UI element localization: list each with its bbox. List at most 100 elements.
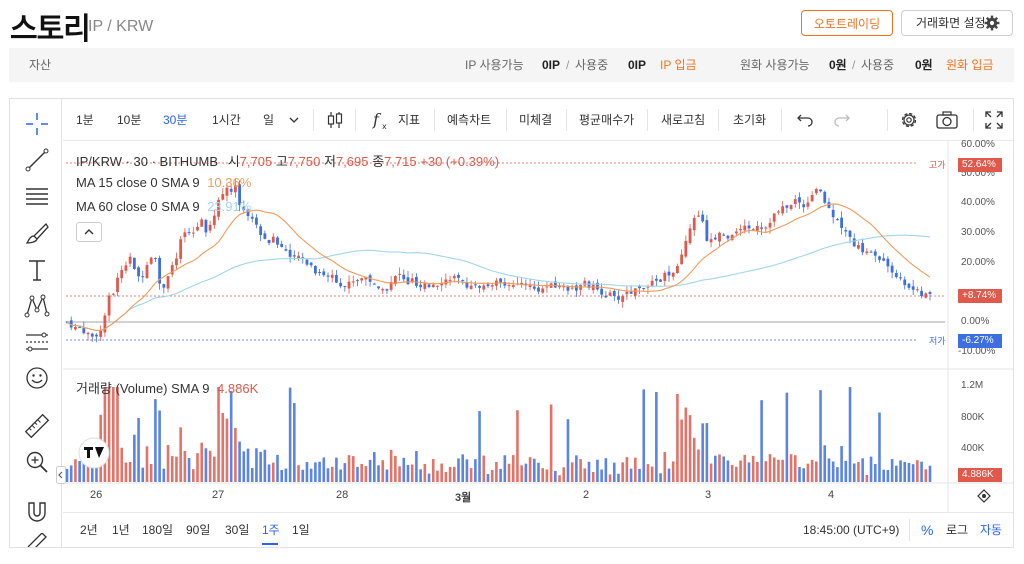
interval-1m[interactable]: 1분: [76, 99, 94, 141]
volume-label: 거래량 (Volume) SMA 9: [76, 381, 210, 396]
change-value: +30 (+0.39%): [420, 154, 500, 169]
interval-10m[interactable]: 10분: [117, 99, 141, 141]
magnet-icon[interactable]: [24, 499, 50, 525]
avg-price-button[interactable]: 평균매수가: [579, 99, 634, 141]
ip-deposit-link[interactable]: IP 입금: [660, 48, 697, 82]
ohlc-legend: IP/KRW · 30 · BITHUMB 시7,705 고7,750 저7,6…: [76, 151, 499, 170]
toolbar-divider: [506, 109, 507, 131]
time-label: 3월: [455, 492, 472, 504]
range-2y[interactable]: 2년: [80, 513, 98, 547]
auto-toggle[interactable]: 자동: [980, 513, 1002, 547]
candlestick-icon[interactable]: [325, 110, 345, 130]
krw-available-value: 0원: [829, 58, 847, 72]
gear-icon: [984, 15, 1000, 31]
pencil-icon[interactable]: [24, 533, 50, 547]
krw-deposit-link[interactable]: 원화 입금: [946, 48, 994, 82]
toolbar-divider: [313, 109, 314, 131]
current-value-label: +8.74%: [958, 289, 1002, 303]
toolbar-divider: [887, 109, 888, 131]
screen-settings-button[interactable]: 거래화면 설정: [901, 10, 1013, 36]
close-label: 종: [372, 154, 385, 169]
fullscreen-icon[interactable]: [984, 110, 1004, 130]
price-tick: 20.00%: [961, 257, 995, 268]
auto-trading-button[interactable]: 오토트레이딩: [801, 10, 893, 36]
horizontal-lines-icon[interactable]: [24, 183, 50, 209]
ip-slash: /: [566, 58, 570, 72]
toolbar-divider: [973, 109, 974, 131]
high-tag: 고가: [929, 160, 946, 170]
forecast-tool-icon[interactable]: [24, 329, 50, 355]
ip-available-label: IP 사용가능: [465, 58, 524, 72]
ruler-icon[interactable]: [24, 413, 50, 439]
low-tag: 저가: [929, 336, 946, 346]
indicators-button[interactable]: 지표: [398, 99, 420, 141]
legend-collapse-button[interactable]: [76, 222, 102, 242]
coin-name: 스토리: [10, 13, 91, 46]
toolbar-divider: [718, 109, 719, 131]
price-tick: 0.00%: [961, 316, 990, 327]
ma60-legend: MA 60 close 0 SMA 9 23.91%: [76, 199, 251, 214]
chevron-down-icon[interactable]: [287, 110, 301, 130]
chart-toolbar: 1분 10분 30분 1시간 일 fx 지표 예측차트 미체결 평균매수가 새로…: [63, 99, 1013, 141]
high-value: 7,750: [287, 154, 321, 169]
percent-toggle[interactable]: %: [921, 513, 933, 547]
redo-icon[interactable]: [833, 110, 853, 130]
high-label: 고: [275, 154, 288, 169]
pattern-icon[interactable]: [24, 293, 50, 319]
symbol-label: IP/KRW · 30 · BITHUMB: [76, 154, 219, 169]
camera-icon[interactable]: [935, 110, 959, 130]
toolbar-divider: [781, 109, 782, 131]
open-value: 7,705: [239, 154, 273, 169]
range-90d[interactable]: 90일: [186, 513, 210, 547]
unfilled-orders-button[interactable]: 미체결: [519, 99, 552, 141]
drawing-toolbar: [10, 99, 62, 547]
crosshair-icon[interactable]: [24, 111, 50, 137]
settings-gear-icon[interactable]: [899, 110, 919, 130]
svg-text:f: f: [372, 110, 382, 129]
time-label: 4: [828, 489, 835, 501]
price-tick: 40.00%: [961, 197, 995, 208]
low-label: 저: [323, 154, 336, 169]
collapse-toolbar-icon[interactable]: [56, 466, 66, 484]
interval-30m[interactable]: 30분: [163, 99, 187, 141]
open-label: 시: [227, 154, 240, 169]
krw-inuse-value: 0원: [915, 58, 933, 72]
page-header: 스토리 IP / KRW 오토트레이딩 거래화면 설정: [0, 0, 1024, 48]
log-toggle[interactable]: 로그: [946, 513, 968, 547]
trend-line-icon[interactable]: [24, 147, 50, 173]
ip-available-value: 0IP: [542, 58, 561, 72]
function-icon[interactable]: fx: [372, 110, 392, 130]
refresh-button[interactable]: 새로고침: [661, 99, 705, 141]
range-180d[interactable]: 180일: [142, 513, 173, 547]
range-1y[interactable]: 1년: [112, 513, 130, 547]
forecast-chart-button[interactable]: 예측차트: [447, 99, 491, 141]
volume-tick: 800K: [961, 412, 985, 423]
undo-icon[interactable]: [794, 110, 814, 130]
krw-slash: /: [852, 58, 856, 72]
interval-day[interactable]: 일: [263, 99, 274, 141]
volume-legend: 거래량 (Volume) SMA 9 4.886K: [76, 378, 258, 397]
interval-1h[interactable]: 1시간: [212, 99, 241, 141]
volume-tick: 400K: [961, 443, 985, 454]
range-30d[interactable]: 30일: [225, 513, 249, 547]
clock-time: 18:45:00 (UTC+9): [803, 523, 900, 537]
low-value: 7,695: [335, 154, 369, 169]
zoom-in-icon[interactable]: [24, 449, 50, 475]
high-value-label: 52.64%: [958, 158, 1002, 172]
time-label: 2: [583, 489, 590, 501]
scroll-to-realtime-icon[interactable]: [975, 488, 993, 504]
range-1w[interactable]: 1주: [262, 513, 280, 547]
volume-value: 4.886K: [217, 381, 259, 396]
ma60-label: MA 60 close 0 SMA 9: [76, 199, 200, 214]
volume-tick: 1.2M: [961, 380, 984, 391]
price-tick: 60.00%: [961, 139, 995, 150]
range-1d[interactable]: 1일: [292, 513, 310, 547]
price-tick: 30.00%: [961, 227, 995, 238]
pair-label: IP / KRW: [88, 18, 154, 35]
brush-icon[interactable]: [24, 221, 50, 247]
asset-bar: 자산 IP 사용가능 0IP / 사용중 0IP IP 입금 원화 사용가능 0…: [9, 48, 1014, 82]
emoji-icon[interactable]: [24, 365, 50, 391]
active-range-underline: [262, 543, 278, 545]
text-tool-icon[interactable]: [24, 257, 50, 283]
reset-button[interactable]: 초기화: [733, 99, 766, 141]
